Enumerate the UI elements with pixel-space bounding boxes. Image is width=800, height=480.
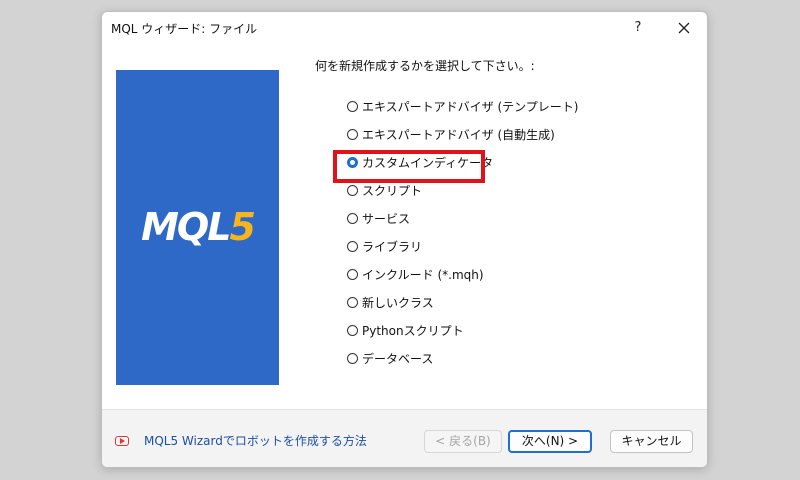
close-icon — [678, 22, 690, 34]
option-label: エキスパートアドバイザ (テンプレート) — [362, 99, 579, 114]
next-button[interactable]: 次へ(N) > — [508, 430, 592, 453]
option-database[interactable]: データベース — [347, 348, 597, 368]
option-label: データベース — [362, 351, 434, 366]
wizard-help-link[interactable]: MQL5 Wizardでロボットを作成する方法 — [115, 432, 367, 449]
option-library[interactable]: ライブラリ — [347, 236, 597, 256]
radio-button[interactable] — [347, 128, 358, 140]
option-label: インクルード (*.mqh) — [362, 267, 484, 282]
highlight-box — [333, 150, 485, 183]
radio-button[interactable] — [347, 240, 358, 252]
radio-button[interactable] — [347, 100, 358, 112]
option-label: Pythonスクリプト — [362, 323, 464, 338]
close-button[interactable] — [670, 16, 698, 40]
mql5-logo: MQL5 — [116, 205, 279, 249]
option-ea-generate[interactable]: エキスパートアドバイザ (自動生成) — [347, 124, 597, 144]
option-python-script[interactable]: Pythonスクリプト — [347, 320, 597, 340]
window-title: MQL ウィザード: ファイル — [111, 22, 258, 36]
radio-button[interactable] — [347, 212, 358, 224]
option-label: エキスパートアドバイザ (自動生成) — [362, 127, 555, 142]
radio-button[interactable] — [347, 184, 358, 196]
option-ea-template[interactable]: エキスパートアドバイザ (テンプレート) — [347, 96, 597, 116]
selection-prompt: 何を新規作成するかを選択して下さい。: — [315, 59, 535, 73]
radio-button[interactable] — [347, 296, 358, 308]
option-include[interactable]: インクルード (*.mqh) — [347, 264, 597, 284]
help-link-text[interactable]: MQL5 Wizardでロボットを作成する方法 — [144, 432, 367, 449]
title-bar: MQL ウィザード: ファイル ? — [102, 12, 707, 44]
option-script[interactable]: スクリプト — [347, 180, 597, 200]
option-label: ライブラリ — [362, 239, 423, 254]
radio-button[interactable] — [347, 352, 358, 364]
option-label: スクリプト — [362, 183, 423, 198]
video-play-icon — [115, 435, 129, 446]
dialog-footer: MQL5 Wizardでロボットを作成する方法 < 戻る(B) 次へ(N) > … — [102, 409, 707, 467]
option-new-class[interactable]: 新しいクラス — [347, 292, 597, 312]
wizard-dialog: MQL ウィザード: ファイル ? MQL5 何を新規作成するかを選択して下さい… — [101, 11, 708, 468]
option-label: サービス — [362, 211, 411, 226]
logo-accent: 5 — [229, 205, 255, 249]
mql5-banner: MQL5 — [116, 70, 279, 385]
cancel-button[interactable]: キャンセル — [610, 430, 693, 453]
radio-button[interactable] — [347, 324, 358, 336]
help-button[interactable]: ? — [624, 16, 652, 40]
option-label: 新しいクラス — [362, 295, 434, 310]
option-service[interactable]: サービス — [347, 208, 597, 228]
logo-text: MQL — [141, 205, 231, 249]
back-button[interactable]: < 戻る(B) — [424, 430, 502, 453]
radio-button[interactable] — [347, 268, 358, 280]
